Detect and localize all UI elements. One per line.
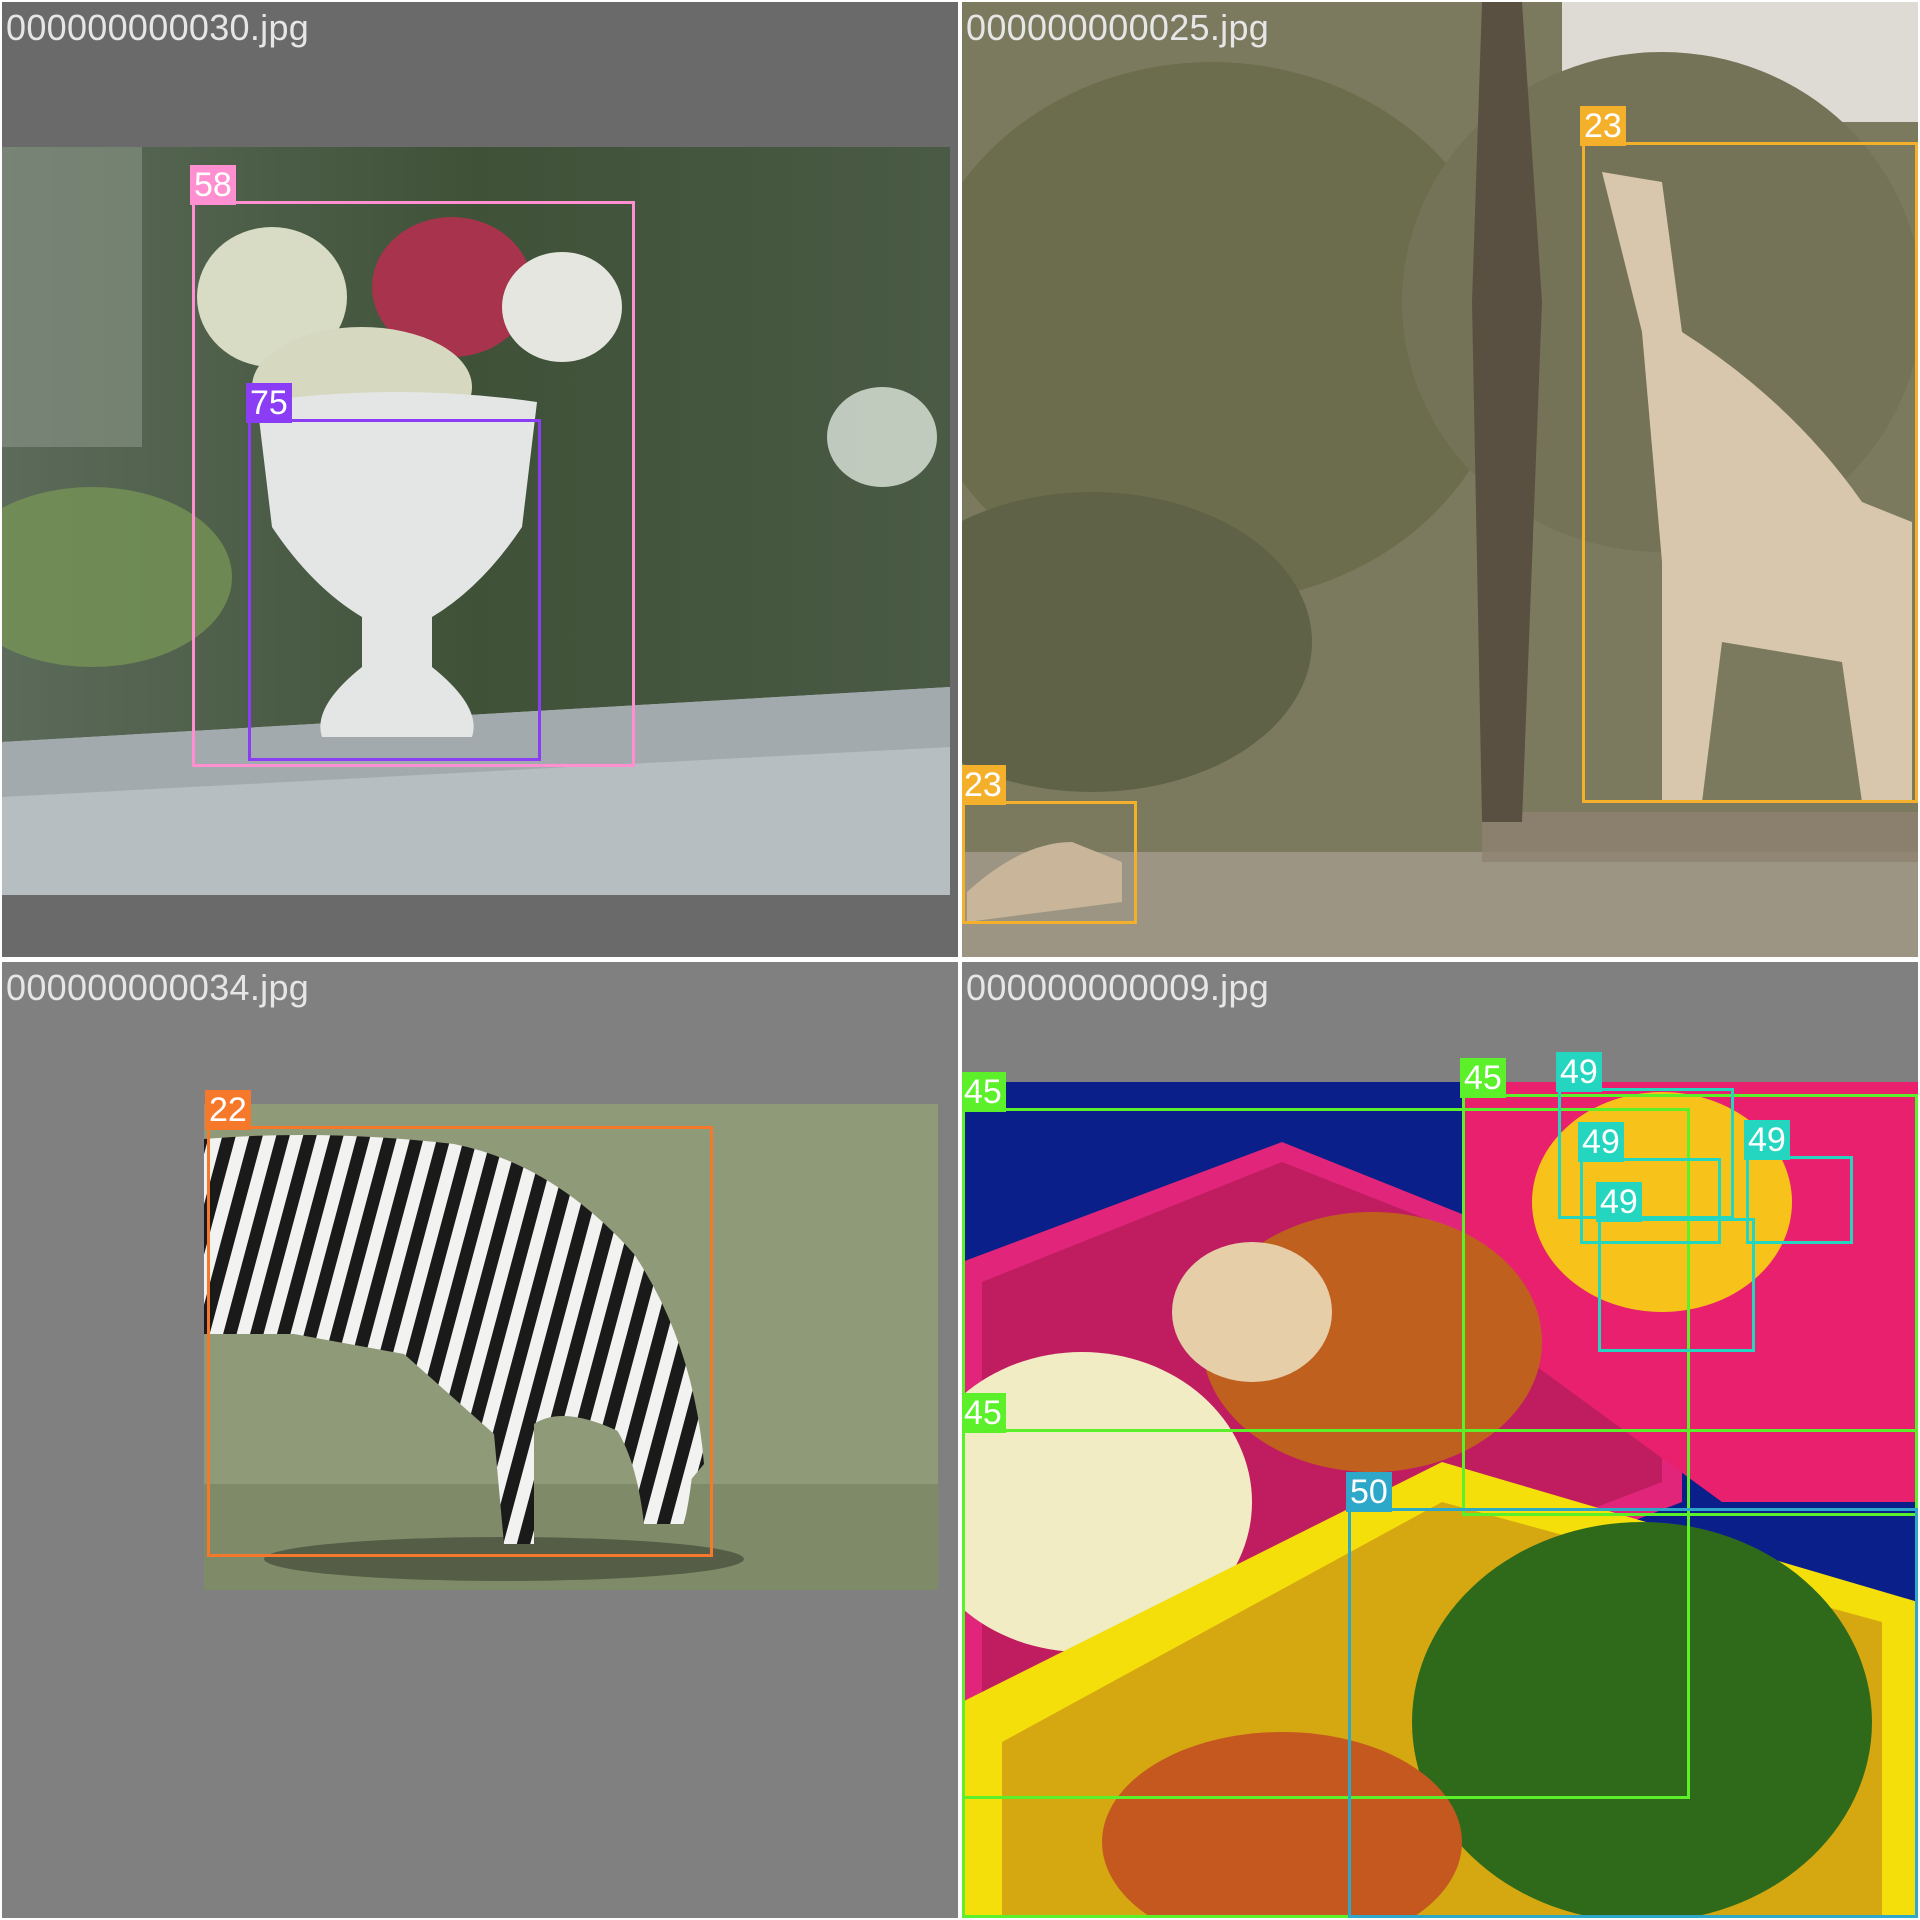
bbox-label-23-large: 23 [1580, 106, 1626, 146]
bbox-23-small [962, 801, 1137, 924]
bbox-23-large [1582, 142, 1918, 803]
bbox-49-c [1746, 1156, 1853, 1244]
bbox-label-49-b: 49 [1578, 1122, 1624, 1162]
bbox-label-45-c: 45 [962, 1393, 1006, 1433]
bbox-22 [207, 1126, 713, 1557]
bbox-label-45-b: 45 [1460, 1058, 1506, 1098]
bbox-label-49-d: 49 [1596, 1182, 1642, 1222]
tile-zebra: 000000000034.jpg 22 [2, 962, 958, 1918]
bbox-49-d [1598, 1218, 1755, 1352]
tile-bento: 000000000009.jpg 45 45 45 49 49 49 49 50 [962, 962, 1918, 1918]
bbox-label-22: 22 [205, 1090, 251, 1130]
filename-label: 000000000009.jpg [966, 967, 1270, 1008]
tile-giraffe: 000000000025.jpg 23 23 [962, 2, 1918, 957]
bbox-label-49-c: 49 [1744, 1120, 1790, 1160]
filename-label: 000000000030.jpg [6, 7, 310, 48]
bbox-label-49-a: 49 [1556, 1052, 1602, 1092]
bbox-50 [1348, 1508, 1918, 1918]
tile-vase: 000000000030.jpg 58 75 [2, 2, 958, 957]
bbox-label-75: 75 [246, 383, 292, 423]
filename-label: 000000000034.jpg [6, 967, 310, 1008]
detection-mosaic: 000000000030.jpg 58 75 000000000025.jpg … [0, 0, 1920, 1920]
bbox-label-58: 58 [190, 165, 236, 205]
filename-label: 000000000025.jpg [966, 7, 1270, 48]
bbox-label-45-a: 45 [962, 1072, 1006, 1112]
bbox-75 [248, 419, 541, 761]
bbox-label-50: 50 [1346, 1472, 1392, 1512]
bbox-label-23-small: 23 [962, 765, 1006, 805]
